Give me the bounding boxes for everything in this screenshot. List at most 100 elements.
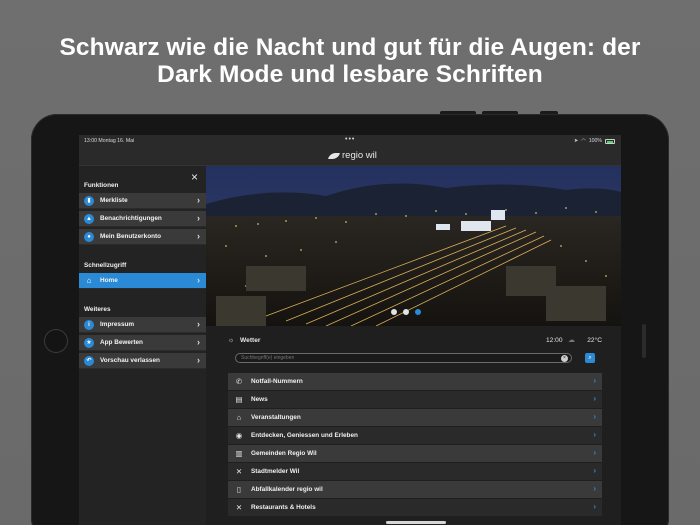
menu-item-label: Benachrichtigungen — [100, 215, 162, 222]
menu-item-merkliste[interactable]: ▮ Merkliste › — [79, 193, 206, 209]
list-item-entdecken[interactable]: ◉ Entdecken, Geniessen und Erleben › — [228, 427, 602, 444]
pager-dot[interactable] — [391, 309, 397, 315]
search-icon[interactable]: ⌕ — [585, 353, 595, 363]
battery-icon — [605, 138, 615, 144]
cutlery-icon: ✕ — [235, 503, 243, 512]
nav-bar: regio wil — [79, 147, 621, 166]
chevron-right-icon: › — [593, 376, 596, 385]
carousel-pager[interactable] — [391, 309, 421, 315]
home-icon: ⌂ — [86, 275, 92, 285]
chevron-right-icon: › — [197, 319, 200, 329]
menu-item-home[interactable]: ⌂ Home › — [79, 273, 206, 289]
user-icon: ● — [84, 231, 94, 242]
list-item-label: Stadtmelder Wil — [251, 468, 300, 475]
chevron-right-icon: › — [197, 195, 200, 205]
location-icon: ➤ — [573, 138, 579, 144]
tools-icon: ✕ — [235, 467, 243, 476]
promo-headline: Schwarz wie die Nacht und gut für die Au… — [0, 34, 700, 88]
chevron-right-icon: › — [593, 484, 596, 493]
trash-icon: ▯ — [236, 485, 242, 494]
menu-item-vorschau-verlassen[interactable]: ↶ Vorschau verlassen › — [79, 353, 206, 369]
status-time: 13:00 Montag 16. Mai — [84, 138, 135, 144]
side-menu: × Funktionen ▮ Merkliste › ▲ Benachricht… — [79, 166, 206, 525]
menu-item-label: Mein Benutzerkonto — [100, 233, 162, 240]
search-input[interactable] — [235, 353, 572, 363]
list-item-veranstaltungen[interactable]: ⌂ Veranstaltungen › — [228, 409, 602, 426]
section-title-schnellzugriff: Schnellzugriff — [84, 262, 127, 269]
city-icon: ▥ — [235, 449, 243, 458]
info-icon: i — [84, 319, 94, 330]
weather-bar[interactable]: ☼ Wetter 12:00 ☁ 22°C — [228, 334, 602, 346]
sun-icon: ☼ — [228, 336, 235, 344]
weather-temperature: 22°C — [587, 336, 602, 344]
weather-label: Wetter — [240, 336, 261, 344]
weather-time: 12:00 — [546, 336, 563, 344]
chevron-right-icon: › — [593, 448, 596, 457]
main-content: ☼ Wetter 12:00 ☁ 22°C × ⌕ ✆ Notfall-Numm… — [206, 326, 621, 525]
chevron-right-icon: › — [593, 412, 596, 421]
chevron-right-icon: › — [197, 231, 200, 241]
app-logo: regio wil — [327, 150, 377, 161]
chevron-right-icon: › — [197, 355, 200, 365]
list-item-label: Abfallkalender regio wil — [251, 486, 323, 493]
chevron-right-icon: › — [593, 430, 596, 439]
wifi-icon: ◠ — [581, 138, 586, 144]
menu-item-label: Vorschau verlassen — [100, 357, 160, 364]
list-item-restaurants[interactable]: ✕ Restaurants & Hotels › — [228, 499, 602, 516]
building-icon: ⌂ — [236, 413, 242, 422]
app-screen: 13:00 Montag 16. Mai ••• ➤ ◠ 100% regio … — [79, 135, 621, 525]
list-item-news[interactable]: ▤ News › — [228, 391, 602, 408]
logo-mark-icon — [327, 152, 341, 159]
chevron-right-icon: › — [593, 466, 596, 475]
list-item-label: Notfall-Nummern — [251, 378, 303, 385]
list-item-stadtmelder[interactable]: ✕ Stadtmelder Wil › — [228, 463, 602, 480]
list-item-label: Gemeinden Regio Wil — [251, 450, 317, 457]
list-item-label: News — [251, 396, 268, 403]
list-item-label: Restaurants & Hotels — [251, 504, 316, 511]
status-bar: 13:00 Montag 16. Mai ••• ➤ ◠ 100% — [79, 135, 621, 147]
status-right: ➤ ◠ 100% — [574, 138, 615, 144]
headline-line-1: Schwarz wie die Nacht und gut für die Au… — [59, 34, 641, 61]
battery-percent: 100% — [588, 138, 602, 144]
tablet-side-button — [642, 324, 646, 358]
list-item-label: Entdecken, Geniessen und Erleben — [251, 432, 358, 439]
menu-item-label: Merkliste — [100, 197, 128, 204]
headline-line-2: Dark Mode und lesbare Schriften — [157, 61, 543, 88]
clear-icon[interactable]: × — [561, 355, 568, 362]
hero-image-carousel[interactable] — [206, 166, 621, 326]
menu-item-app-bewerten[interactable]: ★ App Bewerten › — [79, 335, 206, 351]
list-item-abfallkalender[interactable]: ▯ Abfallkalender regio wil › — [228, 481, 602, 498]
news-icon: ▤ — [235, 395, 243, 404]
section-title-weiteres: Weiteres — [84, 306, 111, 313]
star-icon: ★ — [84, 337, 94, 348]
close-icon[interactable]: × — [189, 171, 200, 183]
menu-item-benutzerkonto[interactable]: ● Mein Benutzerkonto › — [79, 229, 206, 245]
logo-text: regio wil — [342, 150, 377, 161]
chevron-right-icon: › — [593, 394, 596, 403]
section-title-funktionen: Funktionen — [84, 182, 119, 189]
menu-item-impressum[interactable]: i Impressum › — [79, 317, 206, 333]
cloud-icon: ☁ — [568, 337, 575, 344]
list-item-label: Veranstaltungen — [251, 414, 301, 421]
category-list: ✆ Notfall-Nummern › ▤ News › ⌂ Veranstal… — [228, 373, 602, 517]
pager-dot-active[interactable] — [415, 309, 421, 315]
pager-dot[interactable] — [403, 309, 409, 315]
list-item-notfall-nummern[interactable]: ✆ Notfall-Nummern › — [228, 373, 602, 390]
chevron-right-icon: › — [593, 502, 596, 511]
chevron-right-icon: › — [197, 275, 200, 285]
menu-item-label: Impressum — [100, 321, 135, 328]
chevron-right-icon: › — [197, 337, 200, 347]
night-city-photo — [206, 166, 621, 326]
multitask-dots-icon[interactable]: ••• — [345, 136, 355, 143]
menu-item-label: Home — [100, 277, 118, 284]
exit-icon: ↶ — [84, 355, 94, 366]
menu-item-benachrichtigungen[interactable]: ▲ Benachrichtigungen › — [79, 211, 206, 227]
compass-icon: ◉ — [235, 431, 243, 440]
bookmark-icon: ▮ — [84, 195, 94, 206]
list-item-gemeinden[interactable]: ▥ Gemeinden Regio Wil › — [228, 445, 602, 462]
menu-item-label: App Bewerten — [100, 339, 143, 346]
tablet-home-button — [44, 329, 68, 353]
phone-icon: ✆ — [235, 377, 243, 386]
bell-icon: ▲ — [84, 213, 94, 224]
home-indicator[interactable] — [386, 521, 446, 524]
